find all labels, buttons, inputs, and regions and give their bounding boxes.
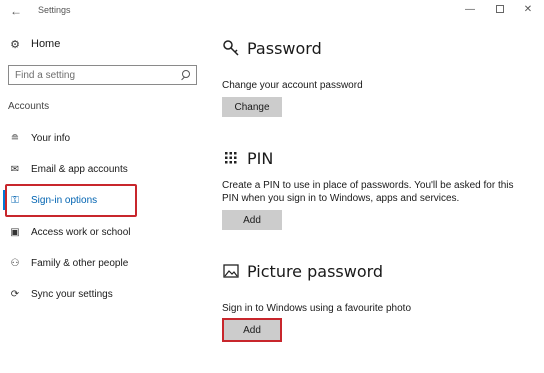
person-card-icon: ≘: [10, 132, 20, 144]
pin-heading-text: PIN: [247, 148, 274, 168]
keypad-icon: [222, 149, 240, 167]
search-placeholder: Find a setting: [15, 69, 76, 81]
home-nav-item[interactable]: ⚙ Home: [8, 35, 60, 53]
sidebar-item-email-app-accounts[interactable]: ✉ Email & app accounts: [8, 159, 128, 179]
key-icon: [222, 39, 240, 57]
pin-description: Create a PIN to use in place of password…: [222, 179, 514, 205]
sidebar-item-label: Access work or school: [31, 226, 131, 238]
picture-icon: [222, 262, 240, 280]
people-icon: ⚇: [10, 257, 20, 269]
section-heading-accounts: Accounts: [8, 101, 50, 112]
pin-heading: PIN: [222, 146, 273, 170]
back-arrow-icon[interactable]: ←: [8, 3, 24, 19]
sidebar-item-label: Your info: [31, 132, 71, 144]
sidebar-item-label: Family & other people: [31, 257, 129, 269]
sidebar-item-label: Sync your settings: [31, 288, 113, 300]
sidebar-item-label: Sign-in options: [31, 194, 98, 206]
sidebar-item-family-other-people[interactable]: ⚇ Family & other people: [8, 253, 129, 273]
password-heading-text: Password: [247, 38, 322, 58]
maximize-button[interactable]: [492, 3, 508, 17]
mail-icon: ✉: [10, 163, 20, 175]
search-icon[interactable]: [180, 70, 190, 80]
password-description: Change your account password: [222, 80, 363, 91]
sync-icon: ⟳: [10, 288, 20, 300]
picture-password-heading-text: Picture password: [247, 261, 384, 281]
pin-description-line: PIN when you sign in to Windows, apps an…: [222, 193, 460, 204]
change-password-button[interactable]: Change: [222, 97, 282, 117]
active-indicator: [3, 190, 6, 210]
sidebar-item-sign-in-options[interactable]: ⚿ Sign-in options: [8, 190, 97, 210]
sidebar-item-access-work-school[interactable]: ▣ Access work or school: [8, 222, 130, 242]
window-title: Settings: [38, 5, 71, 15]
password-heading: Password: [222, 36, 322, 60]
maximize-icon: [496, 5, 504, 14]
add-picture-password-button[interactable]: Add: [222, 320, 282, 340]
add-pin-button[interactable]: Add: [222, 210, 282, 230]
picture-password-description: Sign in to Windows using a favourite pho…: [222, 303, 411, 314]
search-input[interactable]: Find a setting: [8, 65, 197, 85]
home-label: Home: [31, 38, 61, 50]
minimize-button[interactable]: —: [462, 3, 478, 17]
close-button[interactable]: ✕: [520, 3, 536, 17]
title-bar: ← Settings — ✕: [0, 0, 544, 22]
sidebar-item-label: Email & app accounts: [31, 163, 128, 175]
key-icon: ⚿: [11, 194, 19, 206]
pin-description-line: Create a PIN to use in place of password…: [222, 180, 514, 191]
picture-password-heading: Picture password: [222, 259, 383, 283]
sidebar-item-your-info[interactable]: ≘ Your info: [8, 128, 70, 148]
gear-icon: ⚙: [10, 38, 20, 51]
sidebar-item-sync-settings[interactable]: ⟳ Sync your settings: [8, 284, 113, 304]
briefcase-icon: ▣: [10, 226, 20, 238]
